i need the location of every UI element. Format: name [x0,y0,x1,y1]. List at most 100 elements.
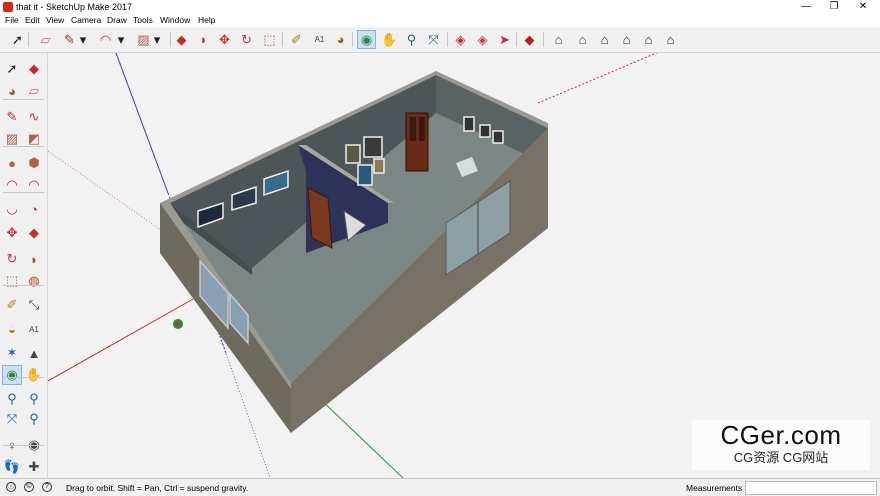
move-button[interactable]: ✥ [2,223,22,243]
dropdown-arrow-button[interactable]: ▾ [78,30,88,49]
section-plane-icon: ✚ [28,459,40,474]
freehand-button[interactable]: ∿ [24,107,44,127]
scale-button[interactable]: ⬚ [260,30,279,49]
left-toolbar: ➚◆◕▱✎∿▨◩●⬢◠◠◡◔✥◆↻◗⬚◍✐⤡◒A1✶▲◉✋⚲⚲⤧⚲♀◉👣✚ [0,53,48,478]
text-button[interactable]: A1 [24,319,44,339]
push-pull-button[interactable]: ◆ [172,30,191,49]
credits-icon[interactable]: © [24,482,34,492]
zoom-button[interactable]: ⚲ [2,389,22,409]
select-button[interactable]: ➚ [8,30,27,49]
left-view-icon: ⌂ [666,32,675,47]
menu-view[interactable]: View [46,15,64,25]
ruby-button[interactable]: ◆ [520,30,539,49]
offset-button[interactable]: ◍ [24,271,44,291]
eraser-icon: ▱ [29,83,39,98]
zoom-extents-button[interactable]: ⤧ [2,409,22,429]
menu-file[interactable]: File [5,15,19,25]
menu-window[interactable]: Window [160,15,190,25]
pan-button[interactable]: ✋ [380,30,399,49]
select-button[interactable]: ➚ [2,59,22,79]
pie-button[interactable]: ◔ [24,199,44,219]
arc-button[interactable]: ◠ [96,30,115,49]
measurements-field[interactable] [745,481,877,495]
menu-edit[interactable]: Edit [25,15,40,25]
iso-view-button[interactable]: ⌂ [549,30,568,49]
warehouse-button[interactable]: ◈ [451,30,470,49]
tape-measure-button[interactable]: ✐ [287,30,306,49]
dropdown-arrow-button[interactable]: ▾ [152,30,162,49]
eraser-button[interactable]: ▱ [36,30,55,49]
rectangle-button[interactable]: ▨ [134,30,153,49]
model-viewport[interactable]: CGer.com CG资源 CG网站 [48,53,880,478]
make-component-button[interactable]: ◆ [24,59,44,79]
walk-button[interactable]: 👣 [2,457,22,477]
blue-axis [115,53,169,194]
menu-tools[interactable]: Tools [133,15,153,25]
scale-icon: ⬚ [5,273,19,288]
axes-button[interactable]: ✶ [2,343,22,363]
text-button[interactable]: A1 [310,30,329,49]
toolbar-separator [282,32,283,47]
orbit-button[interactable]: ◉ [357,30,376,49]
right-view-button[interactable]: ⌂ [617,30,636,49]
back-view-button[interactable]: ⌂ [639,30,658,49]
eraser-button[interactable]: ▱ [24,81,44,101]
model-canvas[interactable] [48,53,880,478]
maximize-button[interactable]: ❐ [820,0,848,14]
three-point-arc-button[interactable]: ◡ [2,199,22,219]
zoom-extents-button[interactable]: ⤧ [424,30,443,49]
dimension-button[interactable]: ⤡ [24,295,44,315]
dropdown-arrow-button[interactable]: ▾ [116,30,126,49]
menu-help[interactable]: Help [198,15,215,25]
toolbar-separator [352,32,353,47]
left-view-button[interactable]: ⌂ [661,30,680,49]
paint-bucket-button[interactable]: ◕ [2,81,22,101]
paint-bucket-icon: ◕ [8,83,16,99]
3d-text-button[interactable]: ▲ [24,343,44,363]
paint-bucket-icon: ◕ [336,32,345,47]
arc-icon: ◠ [6,177,18,192]
menu-draw[interactable]: Draw [107,15,127,25]
line-button[interactable]: ✎ [2,107,22,127]
orbit-icon: ◉ [360,31,373,47]
pencil-button[interactable]: ✎ [60,30,79,49]
text-icon: A1 [29,324,39,334]
picture-frame [479,124,491,138]
top-view-button[interactable]: ⌂ [573,30,592,49]
instructor-icon[interactable]: ? [42,482,52,492]
toolbar-separator [3,285,44,286]
share-model-button[interactable]: ◈ [473,30,492,49]
rotate-icon: ↻ [241,31,252,47]
rotate-button[interactable]: ↻ [237,30,256,49]
minimize-button[interactable]: — [792,0,820,14]
freehand-icon: ∿ [28,109,40,124]
orbit-icon: ◉ [6,367,18,382]
rotate-button[interactable]: ↻ [2,249,22,269]
zoom-window-button[interactable]: ⚲ [24,389,44,409]
picture-frame [345,144,361,164]
front-view-button[interactable]: ⌂ [595,30,614,49]
pan-button[interactable]: ✋ [24,365,44,385]
previous-view-button[interactable]: ⚲ [24,409,44,429]
follow-me-button[interactable]: ◗ [24,249,44,269]
scale-button[interactable]: ⬚ [2,271,22,291]
menu-camera[interactable]: Camera [71,15,101,25]
extension-warehouse-button[interactable]: ➤ [495,30,514,49]
close-button[interactable]: ✕ [849,0,877,14]
section-plane-button[interactable]: ✚ [24,457,44,477]
move-button[interactable]: ✥ [215,30,234,49]
polygon-button[interactable]: ⬢ [24,153,44,173]
protractor-button[interactable]: ◒ [2,319,22,339]
orbit-button[interactable]: ◉ [2,365,22,385]
zoom-button[interactable]: ⚲ [402,30,421,49]
push-pull-button[interactable]: ◆ [24,223,44,243]
tape-measure-button[interactable]: ✐ [2,295,22,315]
paint-bucket-button[interactable]: ◕ [331,30,350,49]
toolbar-separator [3,377,44,378]
zoom-window-icon: ⚲ [29,391,39,406]
follow-me-button[interactable]: ◗ [194,30,213,49]
geo-location-icon[interactable]: ⓘ [6,482,16,492]
dropdown-arrow-icon: ▾ [153,31,161,47]
circle-button[interactable]: ● [2,153,22,173]
watermark-main: CGer.com [720,420,842,450]
